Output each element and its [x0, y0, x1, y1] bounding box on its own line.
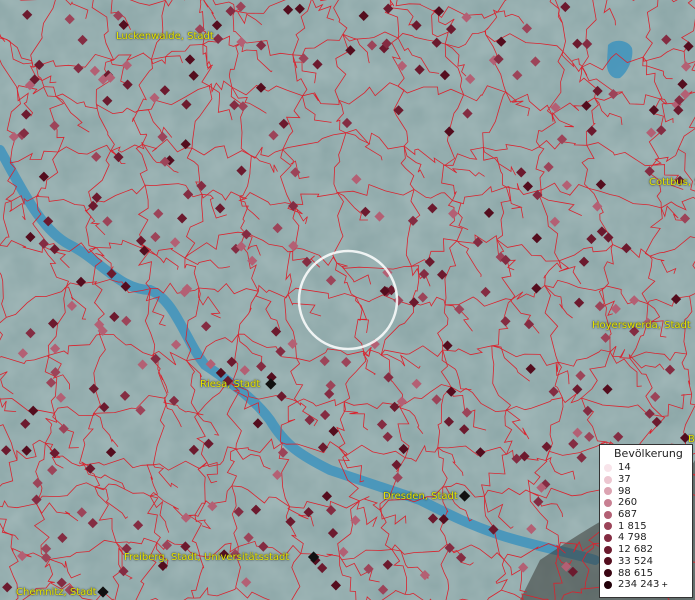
legend-value: 1 815	[618, 520, 647, 532]
city-label: Luckenwalde, Stadt	[116, 31, 214, 42]
legend-value: 12 682	[618, 544, 653, 556]
legend-swatch	[604, 463, 612, 472]
legend-row: 33 524	[600, 556, 692, 568]
legend-value: 98	[618, 485, 631, 497]
map-canvas[interactable]	[0, 0, 695, 600]
legend-row: 98	[600, 485, 692, 497]
legend-row: 4 798	[600, 532, 692, 544]
city-label: Hoyerswerda, Stadt	[592, 320, 691, 331]
terrain-texture	[0, 0, 695, 600]
legend-value: 88 615	[618, 567, 653, 579]
legend-swatch	[604, 522, 612, 531]
city-label: Chemnitz, Stadt	[16, 587, 97, 598]
city-label: Freiberg, Stadt, Universitätsstadt	[124, 552, 290, 563]
legend-swatch	[604, 557, 612, 566]
legend-row: 260	[600, 497, 692, 509]
legend-swatch	[604, 475, 612, 484]
city-label: Cottbus, S	[649, 177, 695, 188]
legend-row: 14	[600, 462, 692, 474]
legend-row: 12 682	[600, 544, 692, 556]
legend-row: 1 815	[600, 520, 692, 532]
legend-row: 687	[600, 509, 692, 521]
legend-value: 37	[618, 474, 631, 486]
legend-swatch	[604, 533, 612, 542]
legend-swatch	[604, 569, 612, 578]
legend-row: 234 243 +	[600, 579, 692, 591]
legend-title: Bevölkerung	[614, 447, 683, 460]
legend-row: 37	[600, 474, 692, 486]
legend-value: 234 243	[618, 579, 660, 591]
legend-swatch	[604, 510, 612, 519]
legend-swatch	[604, 487, 612, 496]
legend-value: 687	[618, 509, 638, 521]
legend-value: 4 798	[618, 532, 647, 544]
legend-value: 14	[618, 462, 631, 474]
legend-value: 260	[618, 497, 638, 509]
legend-swatch	[604, 498, 612, 507]
legend-swatch	[604, 580, 612, 589]
city-label: Dresden, Stadt	[383, 491, 458, 502]
legend-plus: +	[661, 580, 669, 590]
city-label: Riesa, Stadt	[200, 379, 261, 390]
legend-swatch	[604, 545, 612, 554]
legend-rows: 14 37 98 260 687 1 815 4 798 12 682 33 524 88 615…	[600, 462, 692, 591]
legend-row: 88 615	[600, 567, 692, 579]
legend: Bevölkerung 14 37 98 260 687 1 815 4 798 12 682…	[599, 444, 693, 598]
legend-value: 33 524	[618, 555, 653, 567]
